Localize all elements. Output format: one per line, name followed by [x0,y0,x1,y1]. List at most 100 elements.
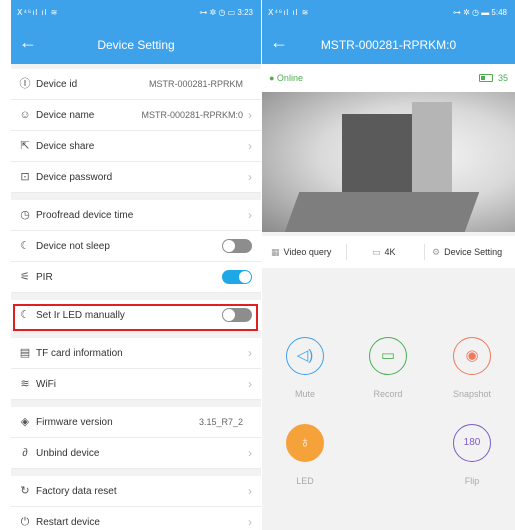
resolution-button[interactable]: ▭ 4K [372,247,396,258]
page-title: Device Setting [97,38,175,52]
row-label: TF card information [36,348,123,359]
row-proofread-time[interactable]: ◷ Proofread device time › [11,200,261,231]
moon-icon: ☾ [20,240,30,252]
device-name-value: MSTR-000281-RPRKM:0 [141,110,243,120]
flip-label: Flip [464,476,480,486]
pir-toggle[interactable] [222,270,252,284]
chevron-right-icon: › [248,170,252,184]
row-label: Restart device [36,517,100,528]
device-setting-label: Device Setting [444,247,503,257]
chevron-right-icon: › [248,446,252,460]
record-button[interactable]: ▭ Record [358,337,418,399]
status-clock: ⊶ ✲ ◷ ▬ 5:48 [452,8,507,17]
video-content [342,114,412,192]
row-label: Proofread device time [36,210,134,221]
person-icon: ☺ [19,109,31,121]
device-setting-button[interactable]: ⚙ Device Setting [432,247,502,258]
toolbar: ▦ Video query ▭ 4K ⚙ Device Setting [262,236,515,268]
grid-icon: ▦ [271,247,280,257]
row-label: Factory data reset [36,486,117,497]
row-label: Device id [36,79,78,90]
speaker-icon: ◁) [286,337,324,375]
snapshot-button[interactable]: ◉ Snapshot [442,337,502,399]
lightbulb-icon: ♁ [286,424,324,462]
status-bar: ⵝ⁴⁶ıl ıl ≋ ⊶ ✲ ◷ ▬ 5:48 [262,0,515,24]
gear-icon: ⚙ [432,247,441,257]
divider [424,244,425,260]
chevron-right-icon: › [248,377,252,391]
battery-level [481,76,485,80]
hd-icon: ▭ [372,247,381,257]
video-query-label: Video query [283,247,332,257]
online-status: ● Online [269,73,303,83]
row-factory-reset[interactable]: ↻ Factory data reset › [11,476,261,507]
battery-icon [479,74,493,82]
row-restart[interactable]: ⏻ Restart device › [11,507,261,530]
row-label: Unbind device [36,448,100,459]
wifi-icon: ≋ [20,378,30,390]
row-firmware: ◈ Firmware version 3.15_R7_2 [11,407,261,438]
chevron-right-icon: › [248,139,252,153]
signal-icons: ⵝ⁴⁶ıl ıl ≋ [17,8,59,17]
row-device-share[interactable]: ⇱ Device share › [11,131,261,162]
row-wifi[interactable]: ≋ WiFi › [11,369,261,400]
power-icon: ⏻ [20,516,30,528]
firmware-value: 3.15_R7_2 [198,417,243,427]
camera-icon: ◉ [453,337,491,375]
device-setting-screen: ⵝ⁴⁶ıl ıl ≋ ⊶ ✲ ◷ ▭ 3:23 ← Device Setting… [11,0,261,530]
chevron-right-icon: › [248,108,252,122]
layers-icon: ◈ [20,416,30,428]
status-bar: ⵝ⁴⁶ıl ıl ≋ ⊶ ✲ ◷ ▭ 3:23 [11,0,261,24]
sd-card-icon: ▤ [19,347,31,359]
toggle-knob [239,271,251,283]
chevron-right-icon: › [248,208,252,222]
highlight-box [13,304,258,331]
video-query-button[interactable]: ▦ Video query [271,247,331,258]
signal-icons: ⵝ⁴⁶ıl ıl ≋ [268,8,310,17]
chevron-right-icon: › [248,515,252,529]
chevron-right-icon: › [248,484,252,498]
flip-button[interactable]: 180 Flip [442,424,502,486]
camera-title: MSTR-000281-RPRKM:0 [320,38,457,52]
led-button[interactable]: ♁ LED [275,424,335,486]
battery-percent: 35 [497,73,508,83]
row-label: Device share [36,141,95,152]
row-device-password[interactable]: ⊡ Device password › [11,162,261,193]
row-label: Device password [36,172,113,183]
unlink-icon: ∂ [22,447,28,459]
clock-icon: ◷ [20,209,30,221]
app-bar: ← MSTR-000281-RPRKM:0 [262,24,515,64]
row-label: Firmware version [36,417,113,428]
chevron-right-icon: › [248,346,252,360]
share-icon: ⇱ [20,140,30,152]
reset-icon: ↻ [20,485,30,497]
row-label: Device name [36,110,95,121]
status-clock: ⊶ ✲ ◷ ▭ 3:23 [199,8,253,17]
mute-label: Mute [294,389,315,399]
led-label: LED [296,476,314,486]
live-view-screen: ⵝ⁴⁶ıl ıl ≋ ⊶ ✲ ◷ ▬ 5:48 ← MSTR-000281-RP… [262,0,515,530]
resolution-label: 4K [384,247,396,257]
video-content [284,192,480,232]
toggle-knob [223,240,235,252]
snapshot-label: Snapshot [452,389,492,399]
video-camera-icon: ▭ [369,337,407,375]
divider [346,244,347,260]
lock-icon: ⊡ [20,171,30,183]
not-sleep-toggle[interactable] [222,239,252,253]
row-device-name[interactable]: ☺ Device name MSTR-000281-RPRKM:0 › [11,100,261,131]
live-video[interactable] [262,92,515,232]
motion-icon: ⚟ [20,271,30,283]
mute-button[interactable]: ◁) Mute [275,337,335,399]
row-device-not-sleep: ☾ Device not sleep [11,231,261,262]
record-label: Record [373,389,403,399]
row-label: Device not sleep [36,241,110,252]
row-unbind[interactable]: ∂ Unbind device › [11,438,261,469]
row-label: WiFi [36,379,56,390]
row-pir: ⚟ PIR [11,262,261,293]
flip-180-icon: 180 [453,424,491,462]
device-id-value: MSTR-000281-RPRKM [148,79,243,89]
row-tf-card[interactable]: ▤ TF card information › [11,338,261,369]
id-icon: Ⓘ [19,78,31,90]
app-bar: ← Device Setting [11,24,261,64]
